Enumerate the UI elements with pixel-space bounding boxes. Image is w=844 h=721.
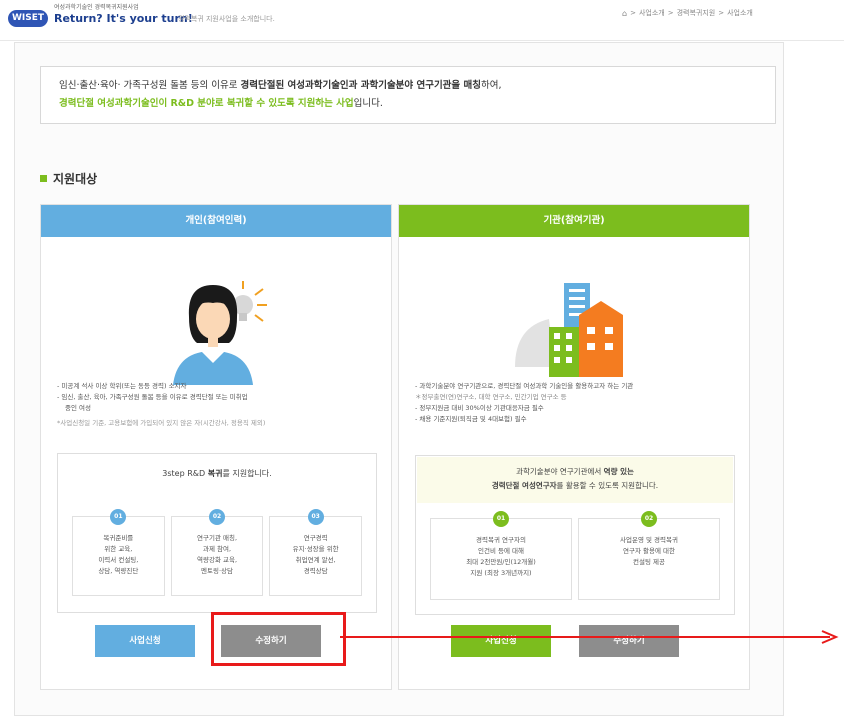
breadcrumb-item[interactable]: 사업소개 (639, 8, 665, 18)
institution-panel: 기관(참여기관) - 과학기술분야 연구기관으로, 경력단절 여성과학 기술인을… (398, 204, 750, 690)
intro-bold-text: 경력단절된 여성과학기술인과 과학기술분야 연구기관을 매칭 (240, 80, 481, 91)
breadcrumb-item[interactable]: 경력복귀지원 (677, 8, 716, 18)
individual-support-box: 3step R&D 복귀를 지원합니다. 01 복귀준비를 위한 교육, 이력서… (57, 453, 377, 613)
support-step: 02 사업운영 및 경력복귀 연구자 활용에 대한 컨설팅 제공 (578, 511, 720, 600)
step-number-badge: 01 (493, 511, 509, 527)
intro-text: 임신·출산·육아· 가족구성원 돌봄 등의 이유로 (59, 80, 241, 91)
support-steps: 01 복귀준비를 위한 교육, 이력서 컨설팅, 상담, 역량진단 02 연구기… (72, 509, 363, 596)
woman-illustration-icon (173, 281, 267, 385)
program-intro: 임신·출산·육아· 가족구성원 돌봄 등의 이유로 경력단절된 여성과학기술인과… (40, 66, 776, 124)
support-step: 01 경력복귀 연구자의 인건비 등에 대해 최대 2천만원/인(12개월) 지… (430, 511, 572, 600)
institution-support-box: 과학기술분야 연구기관에서 역량 있는 경력단절 여성연구자를 활용할 수 있도… (415, 455, 735, 615)
eligibility-item: - 과학기술분야 연구기관으로, 경력단절 여성과학 기술인을 활용하고자 하는… (415, 382, 634, 390)
support-steps: 01 경력복귀 연구자의 인건비 등에 대해 최대 2천만원/인(12개월) 지… (430, 511, 720, 600)
square-bullet-icon (40, 175, 47, 182)
section-title: 지원대상 (40, 170, 97, 187)
home-icon[interactable]: ⌂ (622, 9, 627, 18)
brand-title: Return? It's your turn! (54, 12, 193, 25)
eligibility-item: 중인 여성 (65, 404, 91, 412)
eligibility-item: - 채용 기준지원(퇴직금 및 4대보험) 필수 (415, 415, 527, 423)
individual-eligibility-list: - 미공계 석사 이상 학위(또는 동등 경력) 소지자 - 임신, 출산, 육… (57, 381, 377, 429)
wiset-logo[interactable]: WISET (8, 10, 48, 27)
step-text: 연구경력 유지·성장을 위한 취업연계 알선, 경력상담 (292, 534, 339, 575)
eligibility-item: - 정부지원금 대비 30%이상 기관대응자금 필수 (415, 404, 544, 412)
eligibility-item: - 미공계 석사 이상 학위(또는 동등 경력) 소지자 (57, 382, 187, 390)
institution-apply-button[interactable]: 사업신청 (451, 625, 551, 657)
institution-eligibility-list: - 과학기술분야 연구기관으로, 경력단절 여성과학 기술인을 활용하고자 하는… (415, 381, 735, 425)
breadcrumb-item[interactable]: 사업소개 (727, 8, 753, 18)
building-illustration-icon (515, 283, 623, 377)
step-number-badge: 02 (641, 511, 657, 527)
intro-text: 하여, (480, 80, 502, 91)
individual-edit-button[interactable]: 수정하기 (221, 625, 321, 657)
intro-green-text: 경력단절 여성과학기술인이 R&D 분야로 복귀할 수 있도록 지원하는 사업 (59, 98, 354, 109)
support-step: 03 연구경력 유지·성장을 위한 취업연계 알선, 경력상담 (269, 509, 363, 596)
section-title-text: 지원대상 (53, 172, 98, 186)
support-box-title: 3step R&D 복귀를 지원합니다. (162, 469, 272, 478)
breadcrumb: ⌂ > 사업소개 > 경력복귀지원 > 사업소개 (622, 8, 753, 18)
step-number-badge: 02 (209, 509, 225, 525)
brand-subtitle: 여성과학기술인 경력복귀지원사업 (54, 4, 139, 11)
institution-panel-header: 기관(참여기관) (399, 205, 749, 237)
step-text: 사업운영 및 경력복귀 연구자 활용에 대한 컨설팅 제공 (620, 536, 678, 566)
eligibility-item: ＊정부출연(연)연구소, 대학 연구소, 민간기업 연구소 등 (415, 393, 567, 401)
step-text: 경력복귀 연구자의 인건비 등에 대해 최대 2천만원/인(12개월) 지원 (… (466, 536, 536, 577)
individual-panel: 개인(참여인력) - 미공계 석사 이상 학위(또는 동등 경력) 소지자 - … (40, 204, 392, 690)
intro-text: 입니다. (353, 98, 383, 109)
support-step: 01 복귀준비를 위한 교육, 이력서 컨설팅, 상담, 역량진단 (72, 509, 165, 596)
step-number-badge: 03 (307, 509, 324, 525)
step-text: 연구기관 매칭, 과제 참여, 역량강화 교육, 멘토링·상담 (197, 534, 238, 575)
brand-description: 경력복귀 지원사업을 소개합니다. (178, 15, 275, 23)
step-number-badge: 01 (110, 509, 127, 525)
institution-edit-button[interactable]: 수정하기 (579, 625, 679, 657)
header-divider (0, 40, 844, 41)
individual-panel-header: 개인(참여인력) (41, 205, 391, 237)
support-step: 02 연구기관 매칭, 과제 참여, 역량강화 교육, 멘토링·상담 (170, 509, 264, 596)
site-header: WISET 여성과학기술인 경력복귀지원사업 Return? It's your… (0, 0, 844, 40)
institution-support-highlight: 과학기술분야 연구기관에서 역량 있는 경력단절 여성연구자를 활용할 수 있도… (417, 457, 733, 503)
eligibility-note: *사업신청일 기준, 고용보험에 가입되어 있지 않은 자(시간강사, 정용직 … (57, 419, 266, 427)
individual-apply-button[interactable]: 사업신청 (95, 625, 195, 657)
step-text: 복귀준비를 위한 교육, 이력서 컨설팅, 상담, 역량진단 (98, 534, 139, 575)
eligibility-item: - 임신, 출산, 육아, 가족구성원 돌봄 등을 이유로 경력단절 또는 미취… (57, 393, 248, 401)
